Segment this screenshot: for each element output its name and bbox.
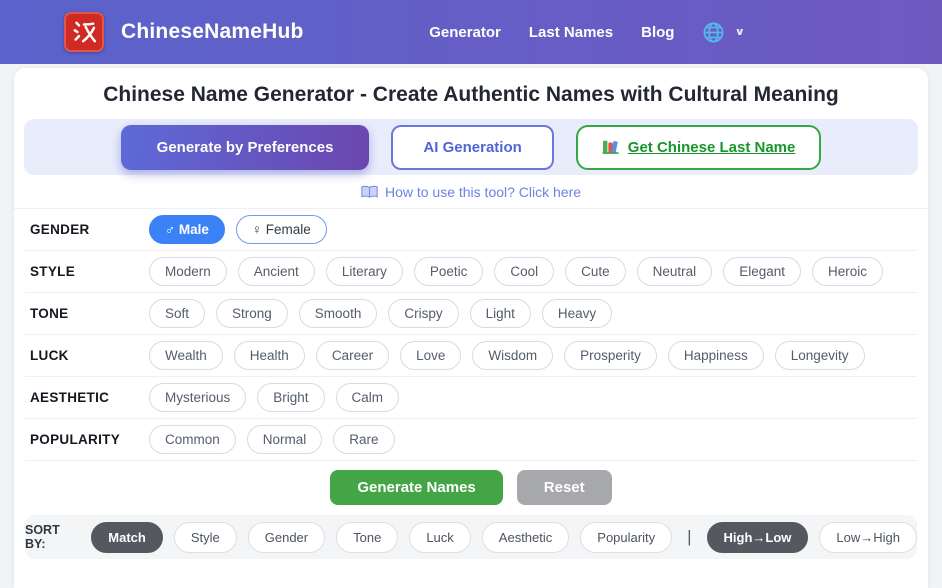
filter-option-soft[interactable]: Soft [149, 299, 205, 328]
filter-row-style: STYLEModern Ancient Literary Poetic Cool Cute… [25, 251, 917, 293]
books-icon [602, 139, 620, 155]
filter-label-style: STYLE [30, 264, 149, 279]
filter-option-strong[interactable]: Strong [216, 299, 288, 328]
filter-option-longevity[interactable]: Longevity [775, 341, 865, 370]
filter-option-normal[interactable]: Normal [247, 425, 323, 454]
filter-option-elegant[interactable]: Elegant [723, 257, 801, 286]
tab-label: AI Generation [423, 139, 521, 156]
filter-option-cool[interactable]: Cool [494, 257, 554, 286]
filter-row-gender: GENDER♂ Male ♀ Female [25, 209, 917, 251]
tab-generate-by-preferences[interactable]: Generate by Preferences [121, 125, 370, 170]
filter-label-popularity: POPULARITY [30, 432, 149, 447]
tab-label: Generate by Preferences [157, 139, 334, 156]
mode-tabs: Generate by Preferences AI Generation Ge… [24, 119, 918, 175]
filter-option-smooth[interactable]: Smooth [299, 299, 378, 328]
sort-directions: High→Low Low→High [707, 522, 917, 553]
filter-row-aesthetic: AESTHETICMysterious Bright Calm [25, 377, 917, 419]
filter-option-ancient[interactable]: Ancient [238, 257, 315, 286]
filter-option-wealth[interactable]: Wealth [149, 341, 223, 370]
filter-option-career[interactable]: Career [316, 341, 389, 370]
sort-option-style[interactable]: Style [174, 522, 237, 553]
filters-section: GENDER♂ Male ♀ Female STYLEModern Ancient Li… [14, 209, 928, 461]
filter-option-mysterious[interactable]: Mysterious [149, 383, 246, 412]
filter-option-male[interactable]: ♂ Male [149, 215, 225, 244]
filter-row-popularity: POPULARITYCommon Normal Rare [25, 419, 917, 461]
filter-option-crispy[interactable]: Crispy [388, 299, 458, 328]
sort-bar: SORT BY: Match Style Gender Tone Luck Aesthet… [25, 515, 917, 559]
filter-option-common[interactable]: Common [149, 425, 236, 454]
filter-label-luck: LUCK [30, 348, 149, 363]
filter-option-heavy[interactable]: Heavy [542, 299, 612, 328]
filter-option-health[interactable]: Health [234, 341, 305, 370]
generate-names-button[interactable]: Generate Names [330, 470, 502, 505]
language-switcher[interactable]: ∨ [702, 21, 745, 44]
sort-option-popularity[interactable]: Popularity [580, 522, 672, 553]
sort-option-luck[interactable]: Luck [409, 522, 470, 553]
filter-options: Soft Strong Smooth Crispy Light Heavy [149, 299, 612, 328]
globe-icon [702, 21, 725, 44]
filter-option-literary[interactable]: Literary [326, 257, 403, 286]
sort-option-match[interactable]: Match [91, 522, 163, 553]
sort-direction-high-low[interactable]: High→Low [707, 522, 809, 553]
filter-label-aesthetic: AESTHETIC [30, 390, 149, 405]
filter-options: Mysterious Bright Calm [149, 383, 399, 412]
filter-options: Wealth Health Career Love Wisdom Prosperity Ha… [149, 341, 865, 370]
open-book-icon [361, 185, 378, 199]
sort-option-aesthetic[interactable]: Aesthetic [482, 522, 569, 553]
filter-option-happiness[interactable]: Happiness [668, 341, 764, 370]
filter-option-rare[interactable]: Rare [333, 425, 394, 454]
generator-card: Chinese Name Generator - Create Authenti… [14, 68, 928, 588]
sort-option-gender[interactable]: Gender [248, 522, 325, 553]
filter-row-luck: LUCKWealth Health Career Love Wisdom Prosperi… [25, 335, 917, 377]
filter-options: Common Normal Rare [149, 425, 395, 454]
page-title: Chinese Name Generator - Create Authenti… [14, 83, 928, 107]
main-nav: Generator Last Names Blog [429, 24, 674, 41]
help-row: How to use this tool? Click here [14, 175, 928, 209]
sort-options: Match Style Gender Tone Luck Aesthetic Popular… [91, 522, 672, 553]
filter-label-tone: TONE [30, 306, 149, 321]
filter-option-cute[interactable]: Cute [565, 257, 626, 286]
how-to-use-link[interactable]: How to use this tool? Click here [385, 184, 581, 200]
reset-button[interactable]: Reset [517, 470, 612, 505]
sort-divider: | [683, 527, 695, 547]
filter-option-prosperity[interactable]: Prosperity [564, 341, 657, 370]
tab-get-chinese-last-name[interactable]: Get Chinese Last Name [576, 125, 822, 170]
filter-option-poetic[interactable]: Poetic [414, 257, 484, 286]
tab-label: Get Chinese Last Name [628, 139, 796, 156]
brand-name: ChineseNameHub [121, 20, 304, 44]
nav-link-generator[interactable]: Generator [429, 24, 501, 41]
nav-link-last-names[interactable]: Last Names [529, 24, 613, 41]
nav-link-blog[interactable]: Blog [641, 24, 674, 41]
sort-by-label: SORT BY: [25, 523, 75, 551]
tab-ai-generation[interactable]: AI Generation [391, 125, 553, 170]
filter-option-love[interactable]: Love [400, 341, 461, 370]
action-buttons: Generate Names Reset [14, 461, 928, 513]
filter-option-bright[interactable]: Bright [257, 383, 324, 412]
top-navbar: ChineseNameHub Generator Last Names Blog ∨ [0, 0, 942, 64]
hanzi-han-icon [69, 17, 99, 47]
sort-option-tone[interactable]: Tone [336, 522, 398, 553]
filter-option-wisdom[interactable]: Wisdom [472, 341, 553, 370]
filter-row-tone: TONESoft Strong Smooth Crispy Light Heavy [25, 293, 917, 335]
chevron-down-icon: ∨ [734, 26, 745, 39]
filter-option-female[interactable]: ♀ Female [236, 215, 327, 244]
filter-options: ♂ Male ♀ Female [149, 215, 327, 244]
sort-direction-low-high[interactable]: Low→High [819, 522, 917, 553]
filter-label-gender: GENDER [30, 222, 149, 237]
filter-option-neutral[interactable]: Neutral [637, 257, 713, 286]
filter-option-modern[interactable]: Modern [149, 257, 227, 286]
filter-option-heroic[interactable]: Heroic [812, 257, 883, 286]
filter-options: Modern Ancient Literary Poetic Cool Cute Neutr… [149, 257, 883, 286]
filter-option-calm[interactable]: Calm [336, 383, 400, 412]
header-right: Generator Last Names Blog ∨ [429, 21, 745, 44]
filter-option-light[interactable]: Light [470, 299, 531, 328]
brand-logo-icon[interactable] [64, 12, 104, 52]
